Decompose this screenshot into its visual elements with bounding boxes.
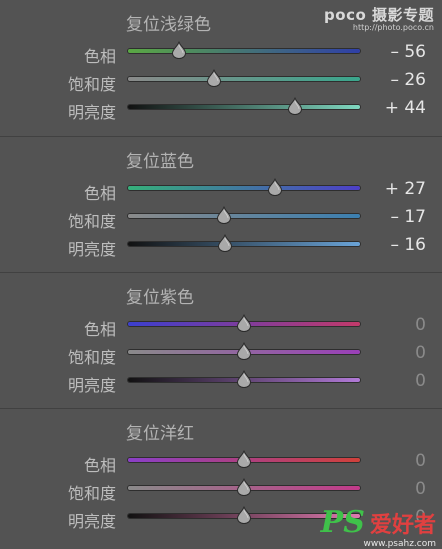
slider-value[interactable]: – 26: [390, 70, 426, 90]
slider-label: 明亮度: [67, 103, 116, 122]
slider-row: 饱和度 – 26: [0, 66, 442, 94]
section-0: 复位浅绿色 色相 – 56 饱和度 – 26 明亮度 + 44: [0, 0, 442, 136]
slider-label: 明亮度: [67, 240, 116, 259]
slider-track[interactable]: [128, 105, 360, 109]
slider-row: 饱和度 0: [0, 339, 442, 367]
slider-value[interactable]: 0: [415, 479, 426, 499]
slider-label: 色相: [83, 184, 116, 203]
section-reset-title[interactable]: 复位浅绿色: [126, 10, 211, 35]
slider-thumb[interactable]: [236, 450, 252, 469]
section-2: 复位紫色 色相 0 饱和度 0 明亮度 0: [0, 272, 442, 409]
slider-row: 色相 + 27: [0, 175, 442, 203]
section-reset-title[interactable]: 复位洋红: [126, 419, 194, 444]
slider-label: 饱和度: [67, 212, 116, 231]
psahz-cn-text: 爱好者: [369, 513, 436, 538]
slider-row: 明亮度 0: [0, 367, 442, 395]
slider-value[interactable]: 0: [415, 343, 426, 363]
slider-label: 饱和度: [67, 75, 116, 94]
slider-value[interactable]: – 17: [390, 207, 426, 227]
slider-label: 色相: [83, 47, 116, 66]
slider-label: 明亮度: [67, 376, 116, 395]
slider-label: 明亮度: [67, 512, 116, 531]
slider-track[interactable]: [128, 214, 360, 218]
slider-value[interactable]: 0: [415, 451, 426, 471]
slider-value[interactable]: + 27: [385, 179, 426, 199]
slider-track[interactable]: [128, 77, 360, 81]
section-reset-title[interactable]: 复位紫色: [126, 283, 194, 308]
slider-value[interactable]: – 56: [390, 42, 426, 62]
slider-track[interactable]: [128, 186, 360, 190]
slider-thumb[interactable]: [216, 206, 232, 225]
slider-row: 明亮度 + 44: [0, 94, 442, 122]
section-reset-title[interactable]: 复位蓝色: [126, 147, 194, 172]
slider-thumb[interactable]: [217, 234, 233, 253]
slider-row: 色相 0: [0, 311, 442, 339]
slider-label: 饱和度: [67, 484, 116, 503]
slider-thumb[interactable]: [267, 178, 283, 197]
slider-label: 饱和度: [67, 348, 116, 367]
slider-track[interactable]: [128, 242, 360, 246]
slider-thumb[interactable]: [206, 69, 222, 88]
slider-value[interactable]: 0: [415, 371, 426, 391]
slider-row: 饱和度 – 17: [0, 203, 442, 231]
slider-track[interactable]: [128, 49, 360, 53]
slider-value[interactable]: 0: [415, 315, 426, 335]
psahz-ps-text: PS: [320, 505, 365, 540]
slider-value[interactable]: + 44: [385, 98, 426, 118]
slider-thumb[interactable]: [236, 370, 252, 389]
slider-row: 明亮度 – 16: [0, 231, 442, 259]
slider-row: 色相 – 56: [0, 38, 442, 66]
slider-thumb[interactable]: [287, 97, 303, 116]
slider-label: 色相: [83, 456, 116, 475]
psahz-watermark: PS 爱好者 www.psahz.com: [321, 508, 436, 549]
slider-value[interactable]: – 16: [390, 235, 426, 255]
slider-row: 饱和度 0: [0, 475, 442, 503]
slider-label: 色相: [83, 320, 116, 339]
slider-thumb[interactable]: [236, 478, 252, 497]
slider-thumb[interactable]: [171, 41, 187, 60]
section-1: 复位蓝色 色相 + 27 饱和度 – 17 明亮度 – 16: [0, 136, 442, 273]
slider-thumb[interactable]: [236, 506, 252, 525]
slider-row: 色相 0: [0, 447, 442, 475]
slider-thumb[interactable]: [236, 314, 252, 333]
slider-thumb[interactable]: [236, 342, 252, 361]
